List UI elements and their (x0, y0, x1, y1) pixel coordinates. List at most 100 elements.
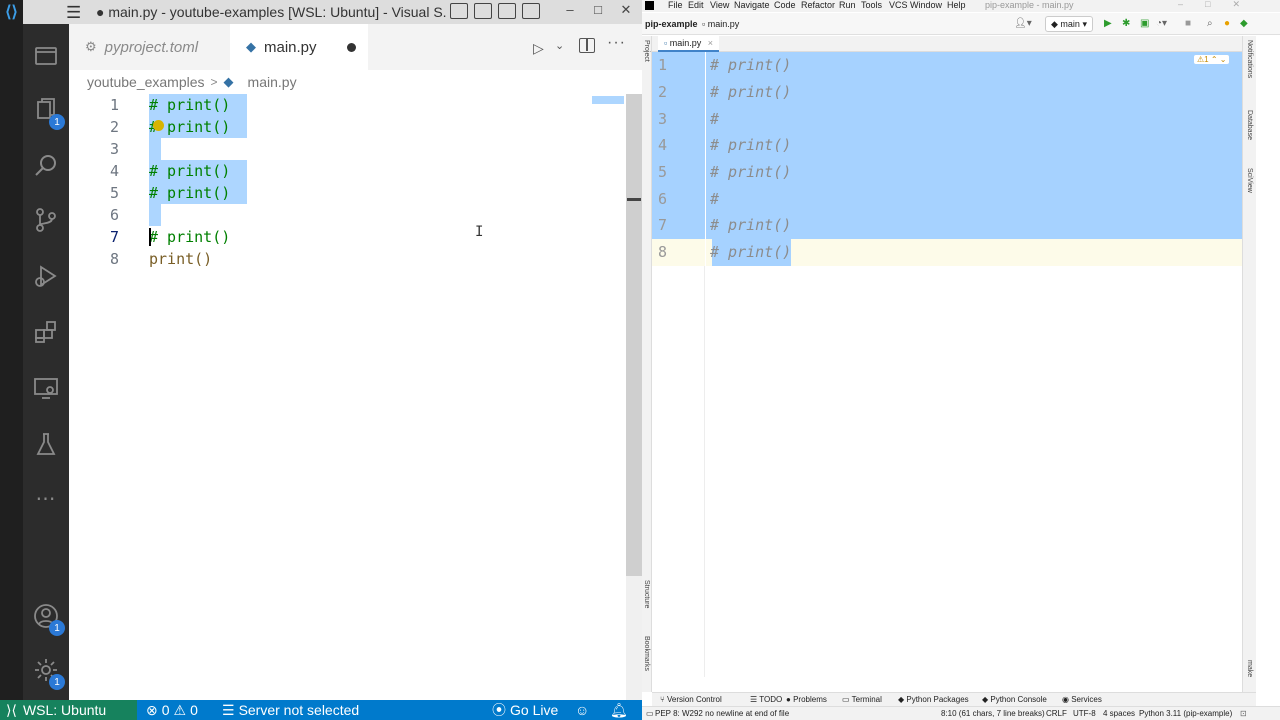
run-debug-icon[interactable] (23, 250, 69, 302)
nav-file[interactable]: ▫ main.py (702, 19, 739, 29)
close-window-button[interactable]: ✕ (1232, 0, 1240, 10)
testing-icon[interactable] (23, 418, 69, 470)
go-live-button[interactable]: ⦿ Go Live (492, 700, 558, 720)
toggle-secondary-sidebar-icon[interactable] (498, 3, 516, 19)
tab-main-py[interactable]: ▫ main.py × (658, 36, 720, 52)
feedback-icon[interactable]: ☺ (575, 700, 589, 720)
code-line[interactable]: 4 # print() (69, 160, 626, 182)
minimize-button[interactable]: – (1178, 0, 1183, 10)
maximize-button[interactable]: □ (1205, 0, 1210, 10)
coverage-icon[interactable]: ▣ (1140, 18, 1149, 29)
minimize-button[interactable]: – (556, 2, 584, 18)
terminal-tool-button[interactable]: ▭ Terminal (842, 695, 882, 704)
tab-pyproject-toml[interactable]: ⚙ pyproject.toml (69, 24, 229, 70)
indent-setting[interactable]: 4 spaces (1103, 709, 1135, 718)
stop-icon[interactable]: ■ (1185, 18, 1191, 29)
search-icon[interactable] (23, 140, 69, 192)
notifications-tool-button[interactable]: Notifications (1246, 40, 1253, 78)
source-control-icon[interactable] (23, 194, 69, 246)
search-icon[interactable]: ⌕ (1207, 18, 1213, 29)
services-tool-button[interactable]: ◉ Services (1062, 695, 1102, 704)
minimap-selection[interactable] (592, 96, 624, 104)
run-python-file-icon[interactable]: ▷ (533, 40, 544, 57)
toggle-panel-icon[interactable] (474, 3, 492, 19)
make-tool-button[interactable]: make (1246, 660, 1253, 677)
structure-tool-button[interactable]: Structure (643, 580, 650, 608)
customize-layout-icon[interactable] (522, 3, 540, 19)
remote-indicator[interactable]: ⟩⟨ WSL: Ubuntu (0, 700, 137, 720)
unsaved-dot-icon[interactable] (347, 43, 356, 52)
remote-explorer-icon[interactable] (23, 362, 69, 414)
maximize-button[interactable]: □ (584, 2, 612, 18)
code-line[interactable]: 7 # print() (69, 226, 626, 248)
source-files-icon[interactable]: 1 (23, 84, 69, 136)
server-indicator[interactable]: ☰ Server not selected (222, 700, 359, 720)
run-icon[interactable]: ▶ (1104, 18, 1112, 29)
problems-indicator[interactable]: ⊗ 0 ⚠ 0 (146, 700, 198, 720)
close-tab-icon[interactable]: × (708, 38, 713, 48)
code-line[interactable]: 6 (69, 204, 626, 226)
breadcrumb-file[interactable]: main.py (248, 74, 297, 90)
profile-icon[interactable]: ◔▾ (1156, 18, 1167, 29)
editor-tab-bar: ⚙ pyproject.toml ◆ main.py ▷ ⌄ ··· (69, 24, 642, 70)
lock-icon[interactable]: ⊡ (1240, 709, 1247, 718)
nav-project[interactable]: pip-example (645, 19, 698, 29)
menu-edit[interactable]: Edit (688, 0, 704, 10)
code-line[interactable]: 8 print() (69, 248, 626, 270)
updates-icon[interactable]: ● (1224, 18, 1230, 29)
menu-tools[interactable]: Tools (861, 0, 882, 10)
menu-navigate[interactable]: Navigate (734, 0, 770, 10)
lightbulb-icon[interactable] (153, 120, 164, 131)
pycharm-ide-icon[interactable]: ◆ (1240, 18, 1248, 29)
toggle-primary-sidebar-icon[interactable] (450, 3, 468, 19)
menu-vcs[interactable]: VCS (889, 0, 908, 10)
user-icon[interactable]: 👤︎▾ (1014, 18, 1032, 29)
sciview-tool-button[interactable]: SciView (1246, 168, 1253, 193)
file-encoding[interactable]: UTF-8 (1073, 709, 1096, 718)
problems-tool-button[interactable]: ● Problems (786, 695, 827, 704)
explorer-icon[interactable] (23, 30, 69, 82)
caret-position[interactable]: 8:10 (61 chars, 7 line breaks) (941, 709, 1045, 718)
inspection-widget[interactable]: ⚠1 ⌃ ⌄ (1194, 55, 1230, 64)
accounts-icon[interactable]: 1 (23, 590, 69, 642)
more-actions-icon[interactable]: ··· (607, 34, 626, 52)
breadcrumb-folder[interactable]: youtube_examples (87, 74, 205, 90)
tab-main-py[interactable]: ◆ main.py (230, 24, 368, 70)
python-packages-tool-button[interactable]: ◆ Python Packages (898, 695, 969, 704)
chevron-down-icon[interactable]: ⌄ (555, 39, 564, 52)
debug-icon[interactable]: ✱ (1122, 18, 1130, 29)
more-views-icon[interactable]: ⋯ (23, 472, 69, 524)
database-tool-button[interactable]: Database (1246, 110, 1253, 140)
project-tool-button[interactable]: Project (643, 40, 650, 62)
code-line[interactable]: 1 # print() (69, 94, 626, 116)
bookmarks-tool-button[interactable]: Bookmarks (643, 636, 650, 671)
menu-window[interactable]: Window (910, 0, 942, 10)
extensions-icon[interactable] (23, 306, 69, 358)
menu-run[interactable]: Run (839, 0, 856, 10)
menu-code[interactable]: Code (774, 0, 796, 10)
status-message[interactable]: PEP 8: W292 no newline at end of file (655, 709, 789, 718)
menu-view[interactable]: View (710, 0, 729, 10)
status-message-icon[interactable]: ▭ (646, 709, 654, 718)
close-window-button[interactable]: ✕ (612, 2, 640, 18)
python-console-tool-button[interactable]: ◆ Python Console (982, 695, 1047, 704)
line-separator[interactable]: CRLF (1046, 709, 1067, 718)
manage-gear-icon[interactable]: 1 (23, 644, 69, 696)
hamburger-menu-icon[interactable]: ☰ (66, 3, 81, 23)
menu-help[interactable]: Help (947, 0, 966, 10)
line-number-gutter[interactable]: 1 2 3 4 5 6 7 8 (652, 52, 705, 677)
run-config-selector[interactable]: ◆ main ▾ (1045, 16, 1093, 32)
code-line[interactable]: 3 (69, 138, 626, 160)
editor-scrollbar-thumb[interactable] (626, 94, 642, 576)
menu-file[interactable]: File (668, 0, 683, 10)
split-editor-icon[interactable] (579, 38, 595, 53)
pycharm-code-editor[interactable]: # print() # print() # # print() # print(… (706, 52, 1242, 677)
python-interpreter[interactable]: Python 3.11 (pip-example) (1139, 709, 1232, 718)
todo-tool-button[interactable]: ☰ TODO (750, 695, 782, 704)
code-editor[interactable]: 1 # print() 2 # print() 3 4 # print() 5 … (69, 94, 626, 700)
code-line[interactable]: 2 # print() (69, 116, 626, 138)
notifications-bell-icon[interactable]: 🔔︎ (610, 700, 628, 720)
code-line[interactable]: 5 # print() (69, 182, 626, 204)
version-control-tool-button[interactable]: ⑂ Version Control (660, 695, 722, 704)
menu-refactor[interactable]: Refactor (801, 0, 835, 10)
